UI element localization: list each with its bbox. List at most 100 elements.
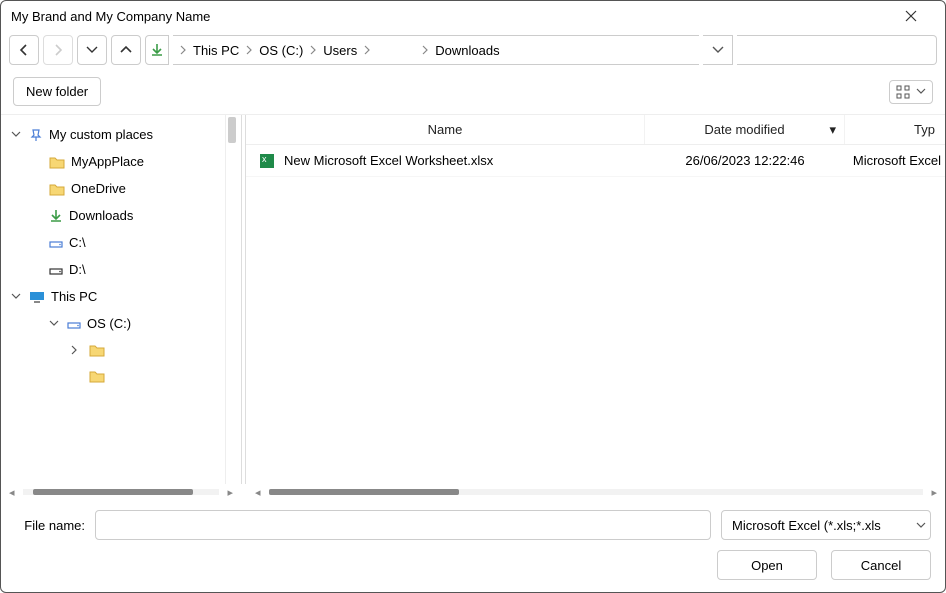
file-name-cell: New Microsoft Excel Worksheet.xlsx <box>246 153 645 168</box>
folder-tree: My custom places MyAppPlace OneDrive Dow… <box>1 115 225 484</box>
breadcrumb-label: OS (C:) <box>259 43 303 58</box>
breadcrumb-downloads[interactable]: Downloads <box>429 43 505 58</box>
scrollbar-thumb[interactable] <box>269 489 459 495</box>
tree-myappplace[interactable]: MyAppPlace <box>3 148 221 175</box>
collapse-icon <box>11 293 23 300</box>
scroll-track[interactable] <box>23 489 220 495</box>
tree-c-drive[interactable]: C:\ <box>3 229 221 256</box>
pin-icon <box>29 128 43 142</box>
scrollbar-thumb[interactable] <box>228 117 236 143</box>
action-buttons: Open Cancel <box>15 550 931 580</box>
chevron-right-icon <box>245 45 253 55</box>
tree-label: C:\ <box>69 235 86 250</box>
scrollbar-thumb[interactable] <box>33 489 193 495</box>
breadcrumb-dropdown[interactable] <box>703 35 733 65</box>
dialog-body: My custom places MyAppPlace OneDrive Dow… <box>1 115 945 484</box>
chevron-down-icon <box>712 46 724 54</box>
drive-icon <box>49 237 63 249</box>
folder-icon <box>49 155 65 169</box>
filter-label: Microsoft Excel (*.xls;*.xls <box>732 518 881 533</box>
scroll-left-icon[interactable]: ◂ <box>9 486 15 499</box>
file-name: New Microsoft Excel Worksheet.xlsx <box>284 153 493 168</box>
cancel-button[interactable]: Cancel <box>831 550 931 580</box>
filename-label: File name: <box>15 518 85 533</box>
close-button[interactable] <box>905 10 935 22</box>
titlebar: My Brand and My Company Name <box>1 1 945 31</box>
chevron-right-icon <box>363 45 371 55</box>
column-headers: Name Date modified ▾ Typ <box>246 115 945 145</box>
tree-this-pc[interactable]: This PC <box>3 283 221 310</box>
filename-input[interactable] <box>95 510 711 540</box>
excel-file-icon <box>260 154 274 168</box>
folder-icon <box>49 182 65 196</box>
tree-label: My custom places <box>49 127 153 142</box>
monitor-icon <box>29 291 45 303</box>
breadcrumb-this-pc[interactable]: This PC <box>187 43 245 58</box>
breadcrumb-os-c[interactable]: OS (C:) <box>253 43 309 58</box>
tree-label: OneDrive <box>71 181 126 196</box>
chevron-down-icon <box>916 88 926 95</box>
column-header-type[interactable]: Typ <box>845 115 945 144</box>
chevron-right-icon <box>421 45 429 55</box>
sidebar-vertical-scrollbar[interactable] <box>225 115 241 484</box>
chevron-down-icon <box>86 46 98 54</box>
download-icon <box>150 43 164 57</box>
file-type-cell: Microsoft Excel <box>845 153 945 168</box>
tree-subfolder-2[interactable] <box>3 363 221 389</box>
search-input[interactable] <box>737 35 937 65</box>
scroll-right-icon[interactable]: ▸ <box>931 486 937 499</box>
sort-desc-icon: ▾ <box>829 122 836 138</box>
up-button[interactable] <box>111 35 141 65</box>
chevron-left-icon <box>18 44 30 56</box>
forward-button[interactable] <box>43 35 73 65</box>
command-bar: New folder <box>1 69 945 115</box>
navigation-toolbar: This PC OS (C:) Users Downloads <box>1 31 945 69</box>
chevron-up-icon <box>120 44 132 56</box>
chevron-right-icon <box>309 45 317 55</box>
file-type-filter[interactable]: Microsoft Excel (*.xls;*.xls <box>721 510 931 540</box>
filename-row: File name: Microsoft Excel (*.xls;*.xls <box>15 510 931 540</box>
column-header-date[interactable]: Date modified ▾ <box>645 115 845 144</box>
address-download-icon <box>145 35 169 65</box>
breadcrumb-label: Downloads <box>435 43 499 58</box>
column-label: Date modified <box>704 122 784 137</box>
column-header-name[interactable]: Name <box>246 115 645 144</box>
breadcrumb: This PC OS (C:) Users Downloads <box>173 35 699 65</box>
scroll-right-icon[interactable]: ▸ <box>227 486 233 499</box>
sidebar: My custom places MyAppPlace OneDrive Dow… <box>1 115 241 484</box>
column-label: Name <box>428 122 463 137</box>
close-icon <box>905 10 917 22</box>
tree-onedrive[interactable]: OneDrive <box>3 175 221 202</box>
tree-label: OS (C:) <box>87 316 131 331</box>
back-button[interactable] <box>9 35 39 65</box>
file-dialog-window: My Brand and My Company Name This PC OS … <box>0 0 946 593</box>
scroll-left-icon[interactable]: ◂ <box>255 486 261 499</box>
splitter[interactable] <box>241 115 242 484</box>
breadcrumb-users[interactable]: Users <box>317 43 363 58</box>
view-mode-button[interactable] <box>889 80 933 104</box>
open-button[interactable]: Open <box>717 550 817 580</box>
tree-downloads[interactable]: Downloads <box>3 202 221 229</box>
tree-my-custom-places[interactable]: My custom places <box>3 121 221 148</box>
sidebar-horizontal-scrollbar[interactable]: ◂ ▸ <box>1 484 241 500</box>
tree-os-c[interactable]: OS (C:) <box>3 310 221 337</box>
tree-label: MyAppPlace <box>71 154 144 169</box>
tree-d-drive[interactable]: D:\ <box>3 256 221 283</box>
drive-icon <box>49 264 63 276</box>
drive-icon <box>67 318 81 330</box>
new-folder-button[interactable]: New folder <box>13 77 101 106</box>
tree-subfolder-1[interactable] <box>3 337 221 363</box>
expand-icon <box>71 345 83 355</box>
file-date-cell: 26/06/2023 12:22:46 <box>645 153 845 168</box>
chevron-right-icon <box>52 44 64 56</box>
file-row[interactable]: New Microsoft Excel Worksheet.xlsx 26/06… <box>246 145 945 177</box>
window-title: My Brand and My Company Name <box>11 9 905 24</box>
history-dropdown[interactable] <box>77 35 107 65</box>
folder-icon <box>89 343 105 357</box>
download-icon <box>49 209 63 223</box>
folder-icon <box>89 369 105 383</box>
scroll-track[interactable] <box>269 489 924 495</box>
tree-label: D:\ <box>69 262 86 277</box>
chevron-down-icon <box>916 522 926 529</box>
filelist-horizontal-scrollbar[interactable]: ◂ ▸ <box>247 484 945 500</box>
